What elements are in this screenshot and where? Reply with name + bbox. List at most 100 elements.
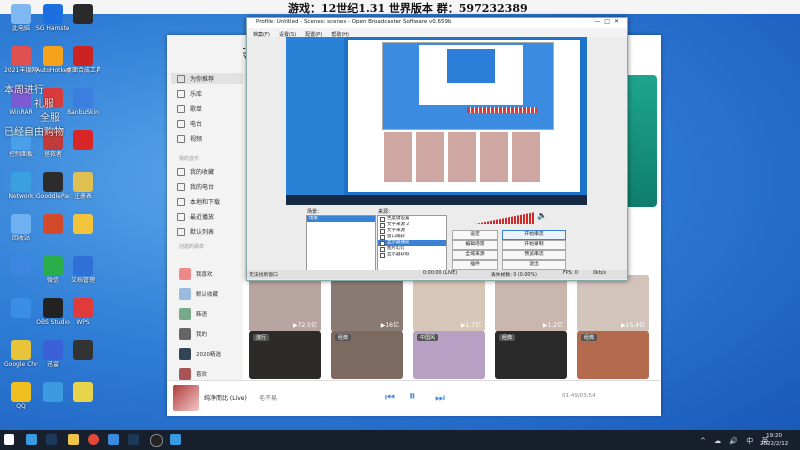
desktop-icon[interactable]: Network [4, 172, 38, 200]
desktop-icon[interactable]: 文档管理 [66, 256, 100, 284]
mine-radio[interactable]: 我的电台 [177, 181, 214, 192]
desktop-icon[interactable] [66, 214, 100, 235]
desktop-icon[interactable] [36, 214, 70, 235]
desktop-icon[interactable] [66, 382, 100, 403]
edit-scene-button[interactable]: 编辑场景 [452, 240, 498, 250]
preview-stream-button[interactable]: 预览串流 [502, 250, 566, 260]
obs-window-controls[interactable]: —□✕ [594, 18, 623, 25]
mine-favorites[interactable]: 我的收藏 [177, 166, 214, 177]
desktop-icon[interactable]: 此电脑 [4, 4, 38, 32]
taskbar-app-3[interactable] [108, 434, 119, 445]
start-record-button[interactable]: 开始录制 [502, 240, 566, 250]
desktop-icon[interactable] [66, 4, 100, 25]
taskbar: ^ ☁ 🔊 中 英 19:20 2022/2/12 [0, 430, 800, 450]
playlist-item[interactable]: 我的 [179, 327, 207, 341]
nav-radio[interactable]: 电台 [177, 118, 202, 129]
desktop-icon[interactable] [4, 298, 38, 319]
settings-button[interactable]: 设定 [452, 230, 498, 240]
obs-taskbar-icon[interactable] [150, 434, 163, 447]
desktop-icon[interactable] [36, 382, 70, 403]
nav-library[interactable]: 乐库 [177, 88, 202, 99]
desktop-icon-label: 控制面板 [8, 151, 33, 158]
pause-button[interactable]: ⏸ [409, 389, 416, 404]
prev-button[interactable]: ⏮ [385, 391, 395, 405]
desktop-icon-label: SG Hamster [36, 25, 70, 32]
source-checkbox[interactable] [380, 222, 385, 228]
mine-recent[interactable]: 最近播放 [177, 211, 214, 222]
music-sidebar: 为你推荐 乐库 歌单 电台 视频 我的音乐 我的收藏 我的电台 本地和下载 最近… [167, 35, 243, 380]
nav-video[interactable]: 视频 [177, 133, 202, 144]
app-icon [43, 4, 63, 24]
desktop-icon[interactable]: 2021丰银网络贡献 [4, 46, 38, 74]
player-artist[interactable]: 毛不易 [259, 393, 277, 402]
desktop-icon[interactable]: 回收站 [4, 214, 38, 242]
desktop-icon[interactable] [66, 340, 100, 361]
playlist-card[interactable]: ▶1.7亿 [413, 275, 485, 332]
mine-default-list[interactable]: 默认列表 [177, 226, 214, 237]
mine-local[interactable]: 本地和下载 [177, 196, 220, 207]
scenes-list[interactable]: 场景 [306, 215, 376, 271]
chrome-icon[interactable] [88, 434, 99, 445]
app-icon [43, 46, 63, 66]
player-song-title: 纯净而比 (Live) [204, 395, 247, 402]
sources-list[interactable]: 色度键设置 文字来源 2 文字来源 窗口捕获 显示器捕获 图片幻灯 显示器获取 [377, 215, 447, 271]
playlist-card[interactable]: 经典 [495, 331, 567, 379]
global-sources-button[interactable]: 全域来源 [452, 250, 498, 260]
source-checkbox[interactable] [380, 252, 385, 258]
clock[interactable]: 19:20 2022/2/12 [760, 432, 788, 448]
app-icon [73, 172, 93, 192]
playlist-card[interactable]: 经典 [577, 331, 649, 379]
playlist-item[interactable]: 默认收藏 [179, 287, 218, 301]
nav-playlists[interactable]: 歌单 [177, 103, 202, 114]
source-checkbox[interactable] [380, 240, 385, 246]
desktop-icon[interactable]: WPS [66, 298, 100, 326]
desktop-icon[interactable]: AutoHotkey [36, 46, 70, 74]
start-button[interactable] [4, 434, 14, 445]
source-checkbox[interactable] [380, 228, 385, 234]
playlist-card[interactable]: ▶72.5亿 [249, 275, 321, 332]
playlist-card[interactable]: 经典 [331, 331, 403, 379]
desktop-icon[interactable]: QQ [4, 382, 38, 410]
desktop-icon[interactable]: 迅雷 [36, 340, 70, 368]
next-button[interactable]: ⏭ [435, 391, 445, 405]
exit-button[interactable]: 退出 [502, 260, 566, 270]
menu-file[interactable]: 档案(F) [253, 32, 270, 38]
playlist-item[interactable]: 我喜欢 [179, 267, 213, 281]
source-checkbox[interactable] [380, 246, 385, 252]
taskbar-app-2[interactable] [46, 434, 57, 445]
obs-title-bar[interactable]: Profile: Untitled - Scenes: scenes - Ope… [247, 18, 627, 28]
nav-recommend[interactable]: 为你推荐 [171, 73, 243, 84]
album-cover[interactable] [173, 385, 199, 411]
playlist-thumbnail [179, 268, 191, 280]
source-checkbox[interactable] [380, 216, 385, 222]
playlist-card[interactable]: 流行 [249, 331, 321, 379]
playlist-card[interactable]: ▶16亿 [331, 275, 403, 332]
playlist-item[interactable]: 韩语 [179, 307, 207, 321]
play-count: ▶1.2亿 [542, 322, 563, 329]
desktop-icon[interactable]: SG Hamster [36, 4, 70, 32]
desktop-icon[interactable]: Google Chrome [4, 340, 38, 368]
steam-icon[interactable] [128, 434, 139, 445]
playlist-card[interactable]: 中国风 [413, 331, 485, 379]
playlist-card[interactable]: ▶15.4亿 [577, 275, 649, 332]
desktop-icon[interactable]: OBS Studio [36, 298, 70, 326]
desktop-icon[interactable]: 微信 [36, 256, 70, 284]
start-stream-button[interactable]: 开始串流 [502, 230, 566, 240]
desktop-icon[interactable]: GooddlePad [36, 172, 70, 200]
playlist-card[interactable]: ▶1.2亿 [495, 275, 567, 332]
home-icon [177, 74, 185, 83]
desktop-icon[interactable] [4, 256, 38, 277]
scene-item[interactable]: 场景 [307, 216, 375, 222]
source-checkbox[interactable] [380, 234, 385, 240]
music-taskbar-icon[interactable] [170, 434, 181, 445]
desktop-icon[interactable]: 注册表 [66, 172, 100, 200]
folder-icon[interactable] [68, 434, 79, 445]
playlist-item[interactable]: 喜欢 [179, 367, 207, 381]
plugins-button[interactable]: 插件 [452, 260, 498, 270]
playlist-item[interactable]: 2020精选 [179, 347, 221, 361]
taskbar-app-1[interactable] [26, 434, 37, 445]
desktop-icon[interactable]: 桌面合成工具Sh [66, 46, 100, 74]
mic-icon[interactable]: 🔈 [537, 211, 547, 220]
source-item[interactable]: 显示器获取 [378, 252, 446, 258]
obs-preview[interactable] [286, 37, 587, 205]
